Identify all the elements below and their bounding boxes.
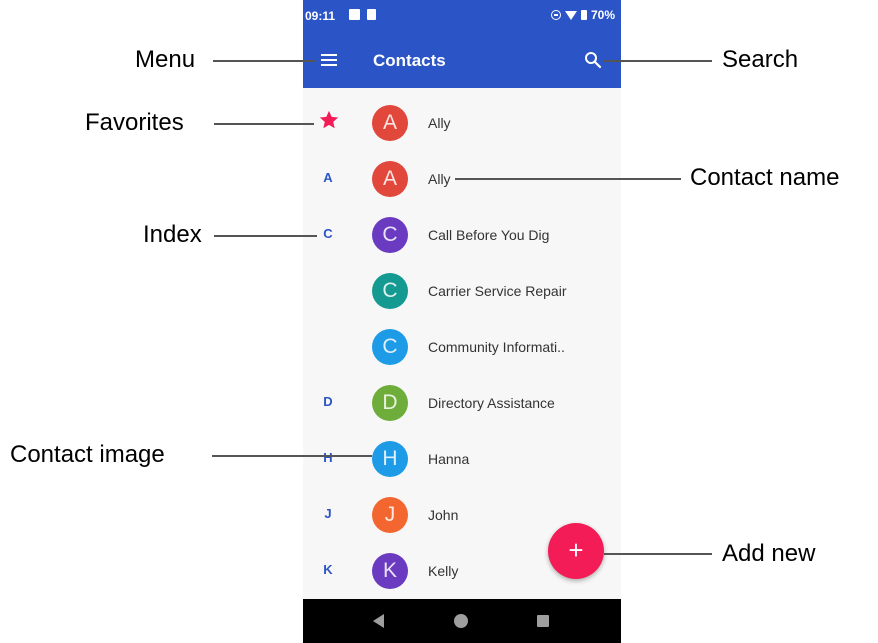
contact-image: C [372,217,408,253]
wifi-icon [564,10,577,20]
index-letter: C [323,226,333,241]
callout-line [212,455,372,457]
app-bar: Contacts [303,32,621,88]
contact-name: Directory Assistance [428,395,555,411]
battery-icon [580,10,587,20]
contact-name: Ally [428,171,451,187]
status-icons: 70% [550,8,615,22]
do-not-disturb-icon [550,10,561,20]
contact-image: K [372,553,408,589]
callout-search: Search [722,46,799,73]
callout-add-new: Add new [722,540,816,567]
status-time: 09:11 [305,9,336,23]
callout-contact-image: Contact image [10,441,165,468]
page-title: Contacts [373,51,446,70]
callout-line [455,178,681,180]
contact-row[interactable]: C Community Informati.. [303,319,621,375]
sim-card-icon [367,9,376,20]
contact-image: C [372,273,408,309]
callout-favorites: Favorites [85,109,184,136]
callout-line [214,235,317,237]
status-bar: 09:11 70% [303,0,621,32]
contact-name: John [428,507,459,523]
contact-name: Kelly [428,563,459,579]
contact-image: A [372,161,408,197]
callout-line [213,60,315,62]
back-icon[interactable] [373,614,384,628]
index-letter: K [323,562,333,577]
callout-line [604,553,712,555]
index-letter: J [324,506,332,521]
index-letter: D [323,394,333,409]
contact-row[interactable]: A Ally [303,95,621,151]
callout-contact-name: Contact name [690,164,840,191]
navigation-bar [303,599,621,643]
contact-image: A [372,105,408,141]
callout-line [214,123,314,125]
contact-row[interactable]: H H Hanna [303,431,621,487]
contact-name: Ally [428,115,451,131]
callout-index: Index [143,221,202,248]
contact-row[interactable]: C Carrier Service Repair [303,263,621,319]
contact-image: H [372,441,408,477]
contact-name: Call Before You Dig [428,227,550,243]
index-letter: H [323,450,333,465]
contact-name: Community Informati.. [428,339,565,355]
contact-row[interactable]: C C Call Before You Dig [303,207,621,263]
recent-apps-icon[interactable] [537,615,549,627]
contact-image: J [372,497,408,533]
search-icon[interactable] [583,50,603,70]
menu-icon[interactable] [319,52,339,68]
callout-menu: Menu [135,46,196,73]
index-letter: A [323,170,333,185]
contact-image: C [372,329,408,365]
favorites-star-icon [319,110,339,129]
contact-name: Hanna [428,451,470,467]
contact-row[interactable]: D D Directory Assistance [303,375,621,431]
home-icon[interactable] [454,614,468,628]
contact-name: Carrier Service Repair [428,283,567,299]
add-contact-button[interactable]: + [548,523,604,579]
image-notification-icon [349,9,360,20]
phone-screen: 09:11 70% Contacts A Ally A A Ally C C C… [303,0,621,643]
callout-line [604,60,712,62]
contact-image: D [372,385,408,421]
battery-percent: 70% [590,8,615,22]
